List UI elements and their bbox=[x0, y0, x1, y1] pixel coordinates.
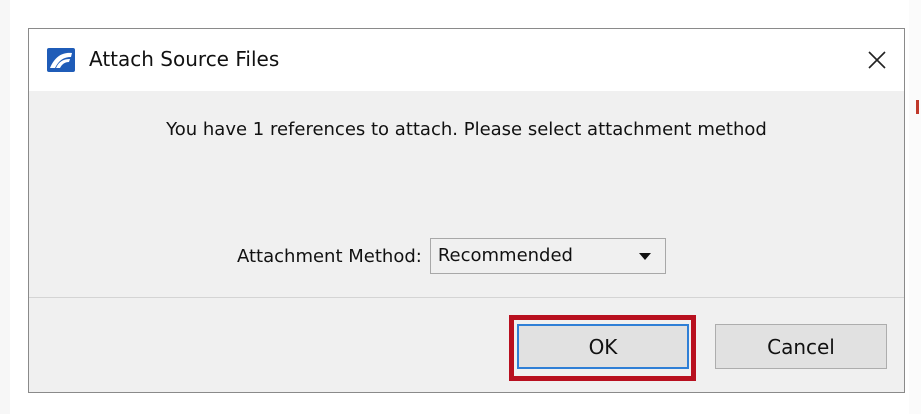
cancel-button[interactable]: Cancel bbox=[715, 324, 887, 369]
background-app-edge bbox=[0, 0, 10, 414]
bentley-app-icon bbox=[47, 48, 75, 72]
close-icon bbox=[868, 51, 886, 69]
attachment-method-label: Attachment Method: bbox=[237, 245, 422, 267]
screenshot-stage: Attach Source Files You have 1 reference… bbox=[0, 0, 921, 414]
cancel-button-label: Cancel bbox=[767, 334, 835, 359]
dialog-titlebar: Attach Source Files bbox=[29, 29, 904, 91]
dialog-message: You have 1 references to attach. Please … bbox=[166, 119, 767, 140]
chevron-down-icon bbox=[638, 253, 651, 260]
background-marker bbox=[916, 100, 919, 114]
background-app-edge bbox=[909, 0, 921, 414]
dialog-title: Attach Source Files bbox=[89, 47, 280, 71]
close-button[interactable] bbox=[850, 29, 904, 91]
attachment-method-value: Recommended bbox=[437, 245, 573, 266]
attachment-method-dropdown[interactable]: Recommended bbox=[429, 238, 666, 274]
ok-button[interactable]: OK bbox=[517, 324, 689, 369]
ok-button-label: OK bbox=[588, 334, 618, 359]
attachment-method-row: Attachment Method: Recommended bbox=[237, 237, 666, 275]
dialog-separator bbox=[29, 297, 904, 298]
attach-source-files-dialog: Attach Source Files You have 1 reference… bbox=[28, 28, 905, 393]
